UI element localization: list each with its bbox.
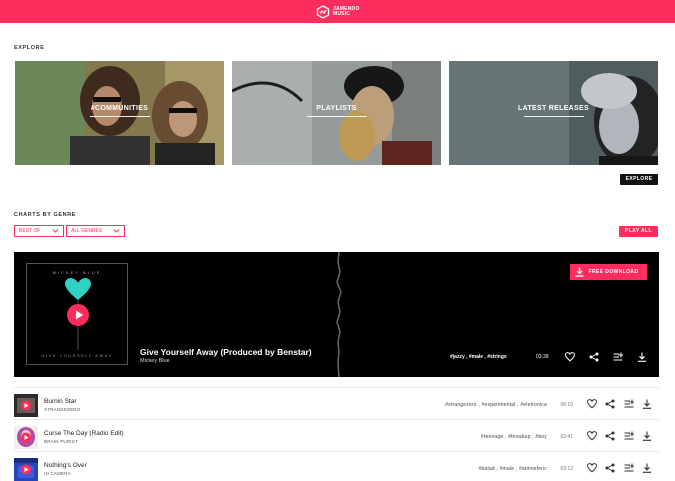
- tile-playlists-label: PLAYLISTS: [316, 105, 357, 112]
- track-thumbnail[interactable]: [14, 426, 38, 449]
- genre-select-value: ALL GENRES: [71, 228, 103, 234]
- cover-image: [14, 458, 38, 481]
- playlists-image: [232, 61, 441, 165]
- cover-image: [14, 394, 38, 417]
- free-download-label: FREE DOWNLOAD: [588, 269, 639, 275]
- add-to-playlist-icon[interactable]: [624, 463, 634, 473]
- logo-line-2: MUSIC: [333, 11, 351, 17]
- period-select[interactable]: BEST OF: [14, 225, 64, 237]
- tile-playlists[interactable]: PLAYLISTS: [232, 61, 441, 165]
- track-thumbnail[interactable]: [14, 394, 38, 417]
- explore-title: EXPLORE: [14, 45, 45, 51]
- featured-cover[interactable]: MICKEY BLUE GIVE YOURSELF AWAY: [26, 263, 128, 365]
- add-to-playlist-icon[interactable]: [624, 431, 634, 441]
- track-artist[interactable]: STRANGEZERO: [44, 407, 80, 412]
- track-thumbnail[interactable]: [14, 458, 38, 481]
- heart-icon[interactable]: [565, 352, 575, 362]
- free-download-button[interactable]: FREE DOWNLOAD: [570, 264, 647, 280]
- jamendo-logo[interactable]: JAMENDO MUSIC: [316, 4, 363, 20]
- download-icon[interactable]: [637, 352, 647, 362]
- track-tags[interactable]: #teenage , #breakup , #boy: [481, 434, 547, 440]
- track-duration: 03:12: [560, 466, 573, 472]
- top-bar: JAMENDO MUSIC: [0, 0, 675, 23]
- track-tags[interactable]: #strangezero , #experimental , #eletroni…: [445, 402, 547, 408]
- tile-underline: [306, 116, 367, 117]
- download-icon: [575, 267, 584, 277]
- download-icon[interactable]: [642, 399, 652, 409]
- tile-latest-releases-label: LATEST RELEASES: [518, 105, 589, 112]
- share-icon[interactable]: [605, 463, 615, 473]
- cover-title-text: GIVE YOURSELF AWAY: [41, 353, 113, 358]
- track-row[interactable]: Burnin Star STRANGEZERO #strangezero , #…: [14, 387, 659, 419]
- track-row[interactable]: Curse The Day (Radio Edit) BRAIN PURIST …: [14, 419, 659, 451]
- communities-image: [15, 61, 224, 165]
- latest-releases-image: [449, 61, 658, 165]
- logo-icon: [316, 5, 330, 19]
- tile-underline: [89, 116, 150, 117]
- add-to-playlist-icon[interactable]: [624, 399, 634, 409]
- play-button[interactable]: [67, 304, 89, 326]
- track-duration: 06:16: [560, 402, 573, 408]
- add-to-playlist-icon[interactable]: [613, 352, 623, 362]
- share-icon[interactable]: [605, 399, 615, 409]
- track-tags[interactable]: #balad , #male , #atmosferic: [479, 466, 547, 472]
- tile-communities-label: #COMMUNITIES: [90, 105, 149, 112]
- chevron-down-icon: [52, 229, 59, 233]
- share-icon[interactable]: [589, 352, 599, 362]
- featured-artist[interactable]: Mickey Blue: [140, 358, 170, 364]
- track-title[interactable]: Burnin Star: [44, 398, 77, 405]
- genre-select[interactable]: ALL GENRES: [66, 225, 125, 237]
- track-artist[interactable]: IN CAMERA: [44, 471, 71, 476]
- download-icon[interactable]: [642, 431, 652, 441]
- waveform-decoration: [336, 252, 342, 377]
- featured-duration: 03:39: [536, 354, 549, 360]
- heart-balloon-graphic: [65, 278, 91, 300]
- track-title[interactable]: Curse The Day (Radio Edit): [44, 430, 124, 437]
- featured-tags[interactable]: #jazzy , #male , #strings: [450, 354, 507, 360]
- play-icon: [76, 310, 83, 320]
- logo-text: JAMENDO MUSIC: [333, 7, 363, 17]
- featured-track: MICKEY BLUE GIVE YOURSELF AWAY FREE DOWN…: [14, 252, 659, 377]
- heart-icon[interactable]: [587, 431, 597, 441]
- download-icon[interactable]: [642, 463, 652, 473]
- cover-artist-text: MICKEY BLUE: [52, 270, 102, 275]
- play-all-button[interactable]: PLAY ALL: [619, 226, 658, 237]
- featured-title[interactable]: Give Yourself Away (Produced by Benstar): [140, 347, 312, 357]
- cover-image: [14, 426, 38, 449]
- chevron-down-icon: [113, 229, 120, 233]
- heart-icon[interactable]: [587, 399, 597, 409]
- heart-icon[interactable]: [587, 463, 597, 473]
- tile-communities[interactable]: #COMMUNITIES: [15, 61, 224, 165]
- track-row[interactable]: Nothing's Over IN CAMERA #balad , #male …: [14, 451, 659, 481]
- explore-button[interactable]: EXPLORE: [620, 174, 658, 185]
- track-artist[interactable]: BRAIN PURIST: [44, 439, 78, 444]
- tile-latest-releases[interactable]: LATEST RELEASES: [449, 61, 658, 165]
- charts-title: CHARTS BY GENRE: [14, 212, 77, 218]
- period-select-value: BEST OF: [19, 228, 41, 234]
- track-duration: 03:41: [560, 434, 573, 440]
- tile-underline: [523, 116, 584, 117]
- track-title[interactable]: Nothing's Over: [44, 462, 87, 469]
- share-icon[interactable]: [605, 431, 615, 441]
